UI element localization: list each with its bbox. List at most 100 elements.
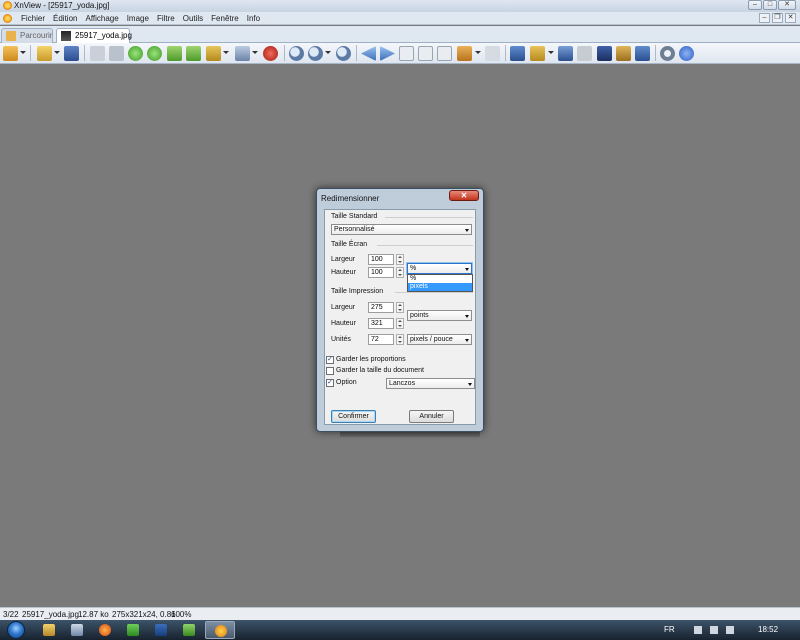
language-indicator[interactable]: FR bbox=[664, 625, 675, 634]
menu-outils[interactable]: Outils bbox=[179, 14, 207, 23]
dialog-close-button[interactable]: ✕ bbox=[449, 190, 479, 201]
menu-filtre[interactable]: Filtre bbox=[153, 14, 179, 23]
rotate-right-icon[interactable] bbox=[147, 46, 162, 61]
crop-icon[interactable] bbox=[109, 46, 124, 61]
doc-minimize-button[interactable]: – bbox=[759, 13, 770, 23]
screen-height-spinner[interactable] bbox=[396, 267, 404, 278]
chevron-down-icon bbox=[465, 229, 469, 232]
first-page-icon[interactable] bbox=[399, 46, 414, 61]
flip-icon[interactable] bbox=[167, 46, 182, 61]
zoom-in-icon[interactable] bbox=[289, 46, 304, 61]
menu-image[interactable]: Image bbox=[123, 14, 153, 23]
print-height-label: Hauteur bbox=[331, 320, 356, 327]
chevron-down-icon[interactable] bbox=[475, 51, 481, 54]
screen-width-input[interactable]: 100 bbox=[368, 254, 394, 265]
screen-height-input[interactable]: 100 bbox=[368, 267, 394, 278]
capture-icon[interactable] bbox=[530, 46, 545, 61]
maximize-button[interactable]: □ bbox=[763, 0, 777, 10]
resolution-input[interactable]: 72 bbox=[368, 334, 394, 345]
slideshow-icon[interactable] bbox=[457, 46, 472, 61]
unit-option-pixels[interactable]: pixels bbox=[408, 283, 472, 291]
menu-affichage[interactable]: Affichage bbox=[81, 14, 122, 23]
resolution-label: Unités bbox=[331, 336, 351, 343]
screen-size-group-label: Taille Écran bbox=[331, 241, 368, 248]
rotate-left-icon[interactable] bbox=[128, 46, 143, 61]
network-icon[interactable] bbox=[710, 626, 718, 634]
print-width-input[interactable]: 275 bbox=[368, 302, 394, 313]
chevron-down-icon[interactable] bbox=[252, 51, 258, 54]
print-height-spinner[interactable] bbox=[396, 318, 404, 329]
print-width-spinner[interactable] bbox=[396, 302, 404, 313]
printer-icon[interactable] bbox=[577, 46, 592, 61]
settings-gear-icon[interactable] bbox=[660, 46, 675, 61]
last-page-icon[interactable] bbox=[418, 46, 433, 61]
start-button[interactable] bbox=[2, 620, 30, 640]
mirror-icon[interactable] bbox=[186, 46, 201, 61]
standard-size-select[interactable]: Personnalisé bbox=[331, 224, 472, 235]
doc-restore-button[interactable]: ❐ bbox=[772, 13, 783, 23]
window-title: XnView - [25917_yoda.jpg] bbox=[14, 1, 110, 10]
menu-info[interactable]: Info bbox=[243, 14, 264, 23]
print-unit-select[interactable]: points bbox=[407, 310, 472, 321]
resolution-spinner[interactable] bbox=[396, 334, 404, 345]
save-icon[interactable] bbox=[64, 46, 79, 61]
screen-width-spinner[interactable] bbox=[396, 254, 404, 265]
unit-option-percent[interactable]: % bbox=[408, 275, 472, 283]
system-menu-icon[interactable] bbox=[3, 14, 12, 23]
print-icon[interactable] bbox=[90, 46, 105, 61]
scanner-icon[interactable] bbox=[597, 46, 612, 61]
resize-icon[interactable] bbox=[235, 46, 250, 61]
menu-fenetre[interactable]: Fenêtre bbox=[207, 14, 243, 23]
zoom-out-icon[interactable] bbox=[336, 46, 351, 61]
option-checkbox[interactable]: ✓ bbox=[326, 379, 334, 387]
resolution-unit-select[interactable]: pixels / pouce bbox=[407, 334, 472, 345]
status-filename: 25917_yoda.jpg bbox=[22, 610, 79, 619]
chevron-down-icon[interactable] bbox=[548, 51, 554, 54]
volume-icon[interactable] bbox=[726, 626, 734, 634]
binoculars-icon[interactable] bbox=[558, 46, 573, 61]
adjust-icon[interactable] bbox=[206, 46, 221, 61]
doc-close-button[interactable]: ✕ bbox=[785, 13, 796, 23]
taskbar-app[interactable] bbox=[65, 621, 89, 639]
next-image-icon[interactable] bbox=[380, 46, 395, 61]
chevron-down-icon[interactable] bbox=[20, 51, 26, 54]
zoom-icon[interactable] bbox=[308, 46, 323, 61]
chevron-down-icon[interactable] bbox=[325, 51, 331, 54]
resample-method-select[interactable]: Lanczos bbox=[386, 378, 475, 389]
keep-document-size-checkbox[interactable] bbox=[326, 367, 334, 375]
chevron-down-icon[interactable] bbox=[54, 51, 60, 54]
previous-image-icon[interactable] bbox=[361, 46, 376, 61]
fullscreen-icon[interactable] bbox=[510, 46, 525, 61]
browse-icon[interactable] bbox=[3, 46, 18, 61]
info-icon[interactable] bbox=[679, 46, 694, 61]
flag-icon[interactable] bbox=[694, 626, 702, 634]
chevron-down-icon[interactable] bbox=[223, 51, 229, 54]
tab-browse[interactable]: Parcourir bbox=[1, 28, 53, 43]
chevron-down-icon bbox=[465, 315, 469, 318]
taskbar-explorer[interactable] bbox=[37, 621, 61, 639]
taskbar-app-2[interactable] bbox=[121, 621, 145, 639]
taskbar-firefox[interactable] bbox=[93, 621, 117, 639]
copy-icon[interactable] bbox=[437, 46, 452, 61]
confirm-button[interactable]: Confirmer bbox=[331, 410, 376, 423]
open-folder-icon[interactable] bbox=[37, 46, 52, 61]
clock[interactable]: 18:52 bbox=[758, 625, 778, 634]
red-eye-icon[interactable] bbox=[263, 46, 278, 61]
status-bar: 3/22 25917_yoda.jpg 12.87 ko 275x321x24,… bbox=[0, 607, 800, 620]
keep-proportions-checkbox[interactable]: ✓ bbox=[326, 356, 334, 364]
tab-image[interactable]: 25917_yoda.jpg bbox=[56, 28, 132, 43]
window-controls: – □ ✕ bbox=[748, 0, 796, 10]
camera-icon[interactable] bbox=[635, 46, 650, 61]
cancel-button[interactable]: Annuler bbox=[409, 410, 454, 423]
menu-fichier[interactable]: Fichier bbox=[17, 14, 49, 23]
refresh-icon[interactable] bbox=[485, 46, 500, 61]
wallpaper-icon[interactable] bbox=[616, 46, 631, 61]
taskbar-photoshop[interactable] bbox=[149, 621, 173, 639]
menu-edition[interactable]: Édition bbox=[49, 14, 81, 23]
taskbar-xnview[interactable] bbox=[205, 621, 235, 639]
screen-unit-select[interactable]: % bbox=[407, 263, 472, 274]
minimize-button[interactable]: – bbox=[748, 0, 762, 10]
taskbar-app-3[interactable] bbox=[177, 621, 201, 639]
close-window-button[interactable]: ✕ bbox=[778, 0, 796, 10]
print-height-input[interactable]: 321 bbox=[368, 318, 394, 329]
